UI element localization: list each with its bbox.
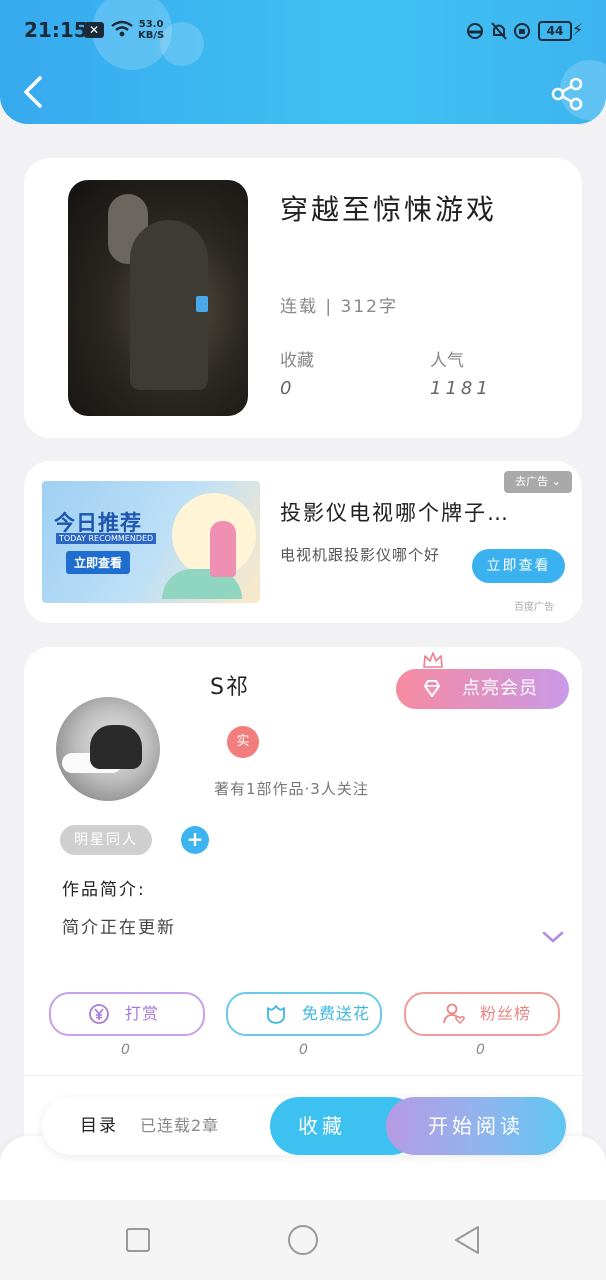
ad-image-subtitle: TODAY RECOMMENDED <box>56 533 157 544</box>
author-name: S祁 <box>210 675 250 700</box>
avatar[interactable] <box>56 697 160 801</box>
crown-icon <box>423 652 443 668</box>
system-nav-bar <box>0 1200 606 1280</box>
yen-icon <box>89 1004 109 1024</box>
book-title: 穿越至惊悚游戏 <box>280 193 498 226</box>
header-bar: 21:15 ✕ 53.0 KB/S 44 ⚡ <box>0 0 606 124</box>
back-icon[interactable] <box>20 74 48 110</box>
add-tag-button[interactable]: + <box>181 826 209 854</box>
ad-image-cta: 立即查看 <box>66 551 131 574</box>
book-info-card: 穿越至惊悚游戏 连载 | 312字 收藏 0 人气 1181 <box>24 158 582 438</box>
send-flower-label: 免费送花 <box>302 1004 371 1023</box>
send-flower-button[interactable]: 免费送花 <box>226 992 382 1036</box>
status-bar: 21:15 ✕ 53.0 KB/S 44 ⚡ <box>0 14 606 50</box>
net-speed-unit: KB/S <box>138 30 165 41</box>
chevron-down-icon[interactable] <box>541 929 565 945</box>
reward-label: 打赏 <box>125 1004 160 1023</box>
charging-icon: ⚡ <box>572 20 584 39</box>
ad-card[interactable]: 今日推荐 TODAY RECOMMENDED 立即查看 去广告 ⌄ 投影仪电视哪… <box>24 461 582 623</box>
notification-icon: ✕ <box>84 22 104 38</box>
ad-title: 投影仪电视哪个牌子… <box>280 501 510 525</box>
intro-label: 作品简介: <box>62 880 146 900</box>
data-saver-icon <box>467 23 483 39</box>
reward-button[interactable]: 打赏 <box>49 992 205 1036</box>
flower-count: 0 <box>299 1042 308 1058</box>
start-reading-button[interactable]: 开始阅读 <box>386 1097 566 1155</box>
popularity-label: 人气 <box>430 351 464 371</box>
favorites-label: 收藏 <box>280 351 314 371</box>
nav-home-icon[interactable] <box>285 1222 321 1258</box>
net-speed: 53.0 KB/S <box>138 19 164 41</box>
nav-recents-icon[interactable] <box>120 1222 156 1258</box>
fans-rank-label: 粉丝榜 <box>480 1004 532 1023</box>
toc-button[interactable]: 目录 <box>80 1097 118 1155</box>
cover-phone <box>196 296 208 312</box>
favorites-value: 0 <box>280 378 296 399</box>
fans-rank-button[interactable]: 粉丝榜 <box>404 992 560 1036</box>
ad-image[interactable]: 今日推荐 TODAY RECOMMENDED 立即查看 <box>42 481 260 603</box>
bottom-action-bar: 目录 已连载2章 收藏 开始阅读 <box>42 1097 566 1155</box>
net-speed-value: 53.0 <box>138 19 164 30</box>
reward-count: 0 <box>121 1042 130 1058</box>
ad-image-girl <box>210 521 236 577</box>
popularity-value: 1181 <box>430 378 492 399</box>
remove-ad-button[interactable]: 去广告 ⌄ <box>504 471 572 493</box>
intro-text: 简介正在更新 <box>62 918 176 938</box>
book-status: 连载 | 312字 <box>280 297 398 317</box>
flower-icon <box>267 1005 285 1024</box>
verified-badge: 实 <box>227 726 259 758</box>
status-time: 21:15 <box>24 18 88 42</box>
diamond-icon <box>424 680 440 697</box>
battery-indicator: 44 <box>538 21 572 41</box>
genre-tag[interactable]: 明星同人 <box>60 825 152 855</box>
nav-back-icon[interactable] <box>450 1222 486 1258</box>
ad-view-button[interactable]: 立即查看 <box>472 549 565 583</box>
alarm-icon <box>514 23 530 39</box>
chapter-count: 已连载2章 <box>140 1116 220 1135</box>
vip-button-label: 点亮会员 <box>462 678 538 699</box>
divider <box>24 1075 582 1076</box>
user-heart-icon <box>443 1003 465 1025</box>
avatar-hair <box>90 725 142 769</box>
book-cover[interactable] <box>68 180 248 416</box>
mute-bell-icon <box>491 22 507 40</box>
wifi-icon <box>111 20 133 37</box>
author-works-info: 著有1部作品·3人关注 <box>214 780 369 798</box>
ad-source: 百度广告 <box>514 602 554 613</box>
vip-button[interactable]: 点亮会员 <box>396 669 569 709</box>
fans-count: 0 <box>476 1042 485 1058</box>
share-icon[interactable] <box>550 76 586 112</box>
ad-description: 电视机跟投影仪哪个好 <box>280 546 441 564</box>
